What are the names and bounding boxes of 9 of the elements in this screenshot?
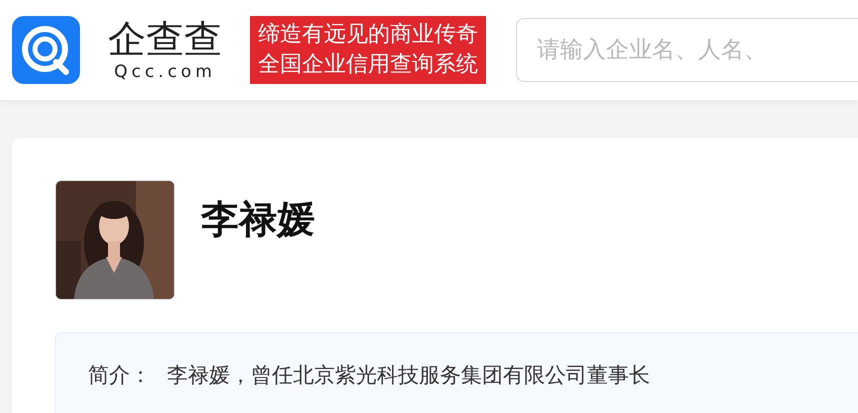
logo-icon[interactable] — [12, 16, 80, 84]
search-field[interactable]: 请输入企业名、人名、 — [516, 18, 858, 82]
logo-domain: Qcc.com — [114, 61, 216, 83]
slogan-text: 缔造有远见的商业传奇 — [258, 21, 478, 49]
person-name: 李禄媛 — [201, 196, 315, 243]
slogan-text: 全国企业信用查询系统 — [258, 51, 478, 79]
intro-text: 李禄媛，曾任北京紫光科技服务集团有限公司董事长 — [167, 362, 650, 389]
logo-name: 企查查 — [108, 17, 222, 61]
intro-label: 简介： — [88, 362, 151, 389]
